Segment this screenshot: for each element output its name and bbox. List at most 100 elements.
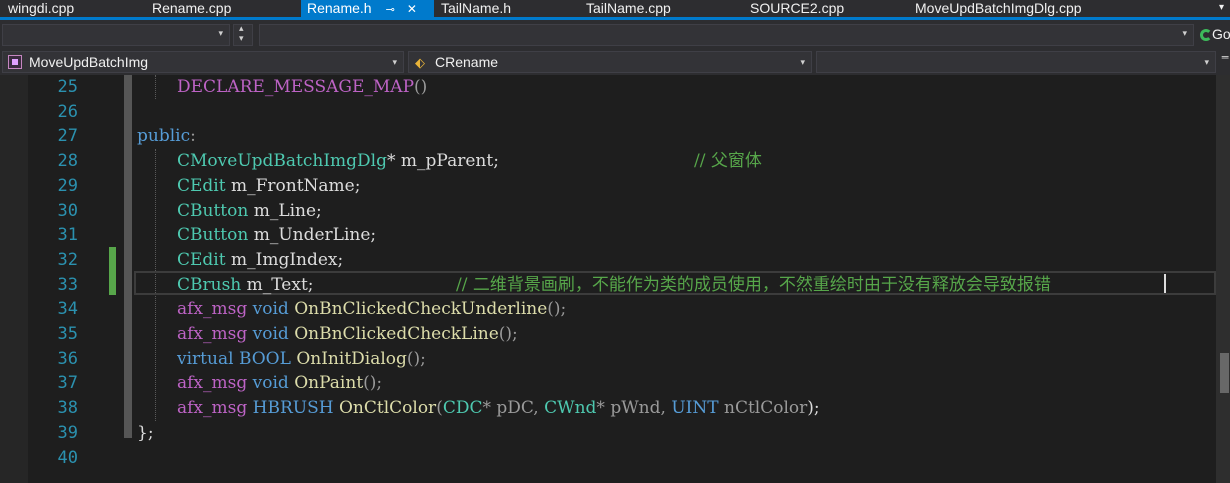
tab-label: wingdi.cpp	[8, 0, 75, 16]
vertical-scrollbar[interactable]	[1216, 75, 1230, 483]
line-number: 32	[57, 249, 78, 270]
tab-rename-h[interactable]: Rename.h ⊸ ✕	[301, 0, 434, 17]
class-dropdown[interactable]: ⬖ CRename ▾	[408, 51, 812, 73]
go-icon	[1200, 29, 1212, 41]
function-combo[interactable]: ▾	[259, 24, 1194, 46]
line-number: 25	[57, 77, 78, 97]
chevron-up-icon[interactable]: ▴	[239, 24, 244, 34]
class-name: CRename	[435, 54, 499, 70]
change-marker	[109, 247, 116, 295]
keyword-token: virtual	[177, 348, 234, 369]
code-line-33[interactable]: CBrush m_Text;	[177, 273, 314, 298]
line-number: 28	[57, 151, 78, 172]
project-name: MoveUpdBatchImg	[29, 54, 149, 70]
code-token: m_Line;	[248, 200, 322, 221]
punct-token: ();	[547, 299, 567, 320]
chevron-down-icon[interactable]: ▾	[239, 34, 244, 44]
type-token: CMoveUpdBatchImgDlg	[177, 151, 388, 172]
comment-token: // 二维背景画刷，不能作为类的成员使用，不然重绘时由于没有释放会导致报错	[456, 274, 1051, 295]
navigation-bar: MoveUpdBatchImg ▾ ⬖ CRename ▾ ▾ ═	[0, 51, 1230, 75]
macro-token: afx_msg	[177, 324, 248, 344]
type-token: CButton	[177, 200, 249, 221]
keyword-token: UINT	[671, 398, 719, 419]
punct-token: ()	[414, 77, 428, 97]
punct-token: ();	[363, 373, 383, 394]
tab-label: TailName.cpp	[586, 0, 671, 16]
line-number: 30	[57, 200, 78, 221]
go-button[interactable]: Go	[1200, 26, 1230, 46]
code-token: m_Text;	[241, 274, 314, 295]
tab-label: MoveUpdBatchImgDlg.cpp	[915, 0, 1082, 16]
glyph-margin	[0, 75, 28, 483]
tab-tailname-cpp[interactable]: TailName.cpp	[586, 0, 671, 17]
type-token: CEdit	[177, 175, 226, 196]
type-token: CDC	[442, 398, 483, 419]
scope-combo[interactable]: ▾	[2, 24, 230, 46]
function-token: OnPaint	[294, 373, 364, 394]
code-line-27[interactable]: public:	[137, 124, 196, 149]
line-number: 29	[57, 175, 78, 196]
comment-token: // 父窗体	[694, 151, 762, 172]
punct-token: };	[137, 422, 154, 443]
class-icon: ⬖	[415, 55, 425, 70]
line-number: 31	[57, 225, 78, 246]
project-icon	[8, 55, 22, 69]
type-token: CWnd	[544, 398, 597, 419]
close-icon[interactable]: ✕	[407, 1, 417, 17]
code-token: m_UnderLine;	[248, 225, 377, 246]
line-number: 33	[57, 274, 78, 295]
code-editor[interactable]: 25 26 27 28 29 30 31 32 33 34 35 36 37 3…	[0, 75, 1230, 483]
pin-icon[interactable]: ⊸	[386, 2, 395, 17]
go-label: Go	[1212, 26, 1230, 42]
keyword-token: void	[252, 324, 289, 344]
line-number: 34	[57, 299, 78, 320]
line-number: 40	[57, 447, 78, 468]
code-line-30[interactable]: CButton m_Line;	[177, 199, 322, 224]
tab-rename-cpp[interactable]: Rename.cpp	[152, 0, 231, 17]
scrollbar-thumb[interactable]	[1220, 353, 1229, 393]
spin-button[interactable]: ▴ ▾	[233, 24, 253, 46]
code-line-38[interactable]: afx_msg HBRUSH OnCtlColor(CDC* pDC, CWnd…	[177, 396, 820, 421]
project-dropdown[interactable]: MoveUpdBatchImg ▾	[2, 51, 404, 73]
tab-overflow-icon[interactable]: ▾	[1219, 0, 1224, 17]
outline-scope-bar[interactable]	[124, 75, 132, 438]
split-handle-icon[interactable]: ═	[1220, 52, 1230, 71]
code-line-35[interactable]: afx_msg void OnBnClickedCheckLine();	[177, 322, 518, 347]
keyword-token: void	[252, 299, 289, 320]
keyword-token: HBRUSH	[252, 398, 334, 419]
tab-label: Rename.h	[307, 0, 372, 16]
param-token: nCtlColor	[718, 398, 808, 419]
code-line-25[interactable]: DECLARE_MESSAGE_MAP()	[177, 75, 427, 100]
code-line-32[interactable]: CEdit m_ImgIndex;	[177, 248, 343, 273]
code-line-28[interactable]: CMoveUpdBatchImgDlg* m_pParent;	[177, 149, 499, 174]
function-token: OnCtlColor	[338, 398, 437, 419]
code-token: * m_pParent;	[387, 151, 499, 172]
chevron-down-icon: ▾	[800, 57, 805, 67]
line-number: 39	[57, 422, 78, 443]
punct-token: ();	[406, 348, 426, 369]
function-token: OnInitDialog	[296, 348, 407, 369]
line-number: 26	[57, 101, 78, 122]
keyword-token: BOOL	[238, 348, 291, 369]
function-token: OnBnClickedCheckUnderline	[294, 299, 548, 320]
code-line-37[interactable]: afx_msg void OnPaint();	[177, 371, 382, 396]
tab-tailname-h[interactable]: TailName.h	[441, 0, 511, 17]
indent-guide	[155, 75, 156, 99]
code-line-31[interactable]: CButton m_UnderLine;	[177, 223, 376, 248]
line-number: 38	[57, 398, 78, 419]
code-line-36[interactable]: virtual BOOL OnInitDialog();	[177, 347, 426, 372]
code-line-34[interactable]: afx_msg void OnBnClickedCheckUnderline()…	[177, 297, 566, 322]
tab-wingdi-cpp[interactable]: wingdi.cpp	[8, 0, 74, 17]
text-caret	[1164, 274, 1166, 293]
type-token: CButton	[177, 225, 249, 246]
chevron-down-icon: ▾	[218, 29, 223, 39]
line-number: 35	[57, 324, 78, 344]
code-line-29[interactable]: CEdit m_FrontName;	[177, 174, 360, 199]
member-dropdown[interactable]: ▾	[816, 51, 1216, 73]
chevron-down-icon: ▾	[392, 57, 397, 67]
tab-source2-cpp[interactable]: SOURCE2.cpp	[750, 0, 844, 17]
tab-moveupdbatchimgdlg-cpp[interactable]: MoveUpdBatchImgDlg.cpp	[915, 0, 1082, 17]
macro-token: afx_msg	[177, 299, 248, 320]
code-line-39[interactable]: };	[137, 421, 154, 446]
macro-token: DECLARE_MESSAGE_MAP	[177, 77, 415, 97]
